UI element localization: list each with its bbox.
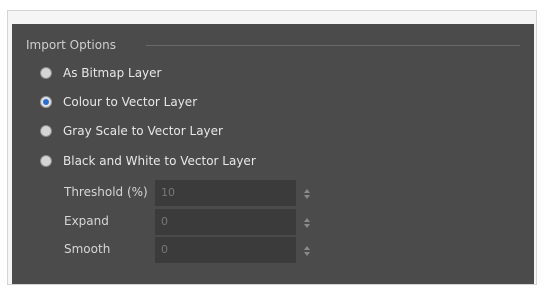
radio-label: Gray Scale to Vector Layer xyxy=(63,124,223,138)
expand-field-row: Expand 0 xyxy=(64,209,324,235)
radio-label: Black and White to Vector Layer xyxy=(63,154,256,168)
radio-button-icon[interactable] xyxy=(40,67,52,79)
threshold-input[interactable]: 10 xyxy=(155,180,296,206)
spin-up-down-icon[interactable] xyxy=(304,246,310,256)
radio-button-icon[interactable] xyxy=(40,96,52,108)
radio-label: As Bitmap Layer xyxy=(63,66,162,80)
radio-gray-scale-to-vector-layer[interactable]: Gray Scale to Vector Layer xyxy=(40,122,223,140)
import-options-panel: Import Options As Bitmap Layer Colour to… xyxy=(12,24,534,284)
group-divider xyxy=(146,45,520,46)
smooth-label: Smooth xyxy=(64,242,111,256)
threshold-label: Threshold (%) xyxy=(64,185,148,199)
expand-label: Expand xyxy=(64,214,109,228)
radio-label: Colour to Vector Layer xyxy=(63,95,198,109)
radio-button-icon[interactable] xyxy=(40,125,52,137)
radio-button-icon[interactable] xyxy=(40,155,52,167)
smooth-input[interactable]: 0 xyxy=(155,237,296,263)
radio-black-and-white-to-vector-layer[interactable]: Black and White to Vector Layer xyxy=(40,152,256,170)
radio-colour-to-vector-layer[interactable]: Colour to Vector Layer xyxy=(40,93,197,111)
radio-as-bitmap-layer[interactable]: As Bitmap Layer xyxy=(40,64,161,82)
spin-up-down-icon[interactable] xyxy=(304,218,310,228)
smooth-field-row: Smooth 0 xyxy=(64,237,324,263)
spin-up-down-icon[interactable] xyxy=(304,189,310,199)
expand-input[interactable]: 0 xyxy=(155,209,296,235)
threshold-field-row: Threshold (%) 10 xyxy=(64,180,324,206)
group-title: Import Options xyxy=(26,38,116,52)
group-header: Import Options xyxy=(26,37,520,53)
